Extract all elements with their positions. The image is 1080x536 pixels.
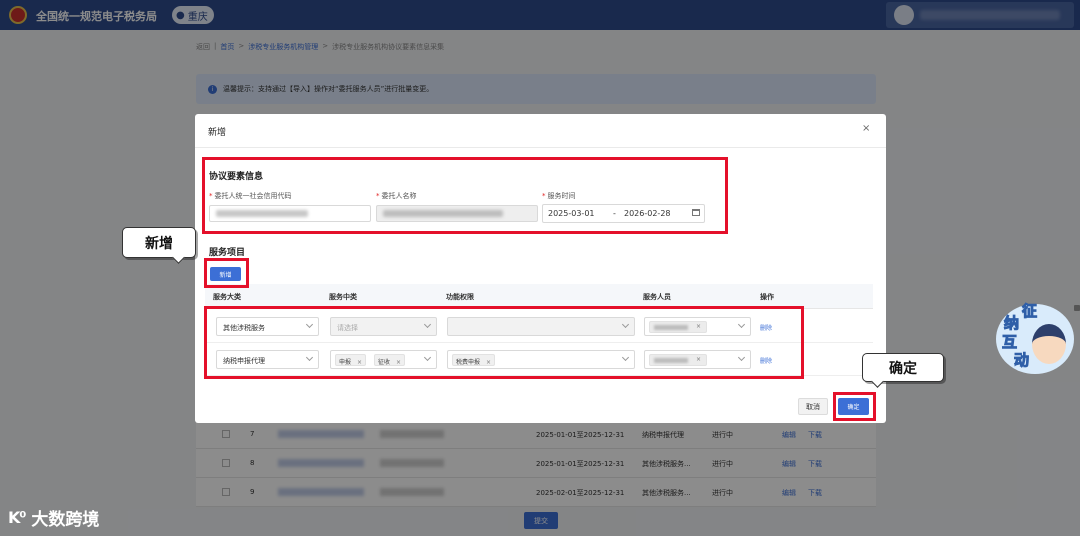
date-end: 2026-02-28: [624, 209, 671, 218]
add-dialog: 新增 × 协议要素信息 * 委托人统一社会信用代码 * 委托人名称 * 服务时间 20…: [195, 114, 886, 423]
chevron-down-icon: [423, 320, 432, 329]
staff-tag: ×: [649, 321, 707, 333]
remove-tag-icon[interactable]: ×: [696, 356, 701, 363]
subcategory-select[interactable]: 申报 × 征收 ×: [330, 350, 437, 369]
dialog-title: 新增: [208, 128, 227, 138]
col-actions: 操作: [760, 293, 774, 301]
chevron-down-icon: [621, 353, 630, 362]
col-category: 服务大类: [213, 293, 241, 301]
service-item-row: 纳税申报代理 申报 × 征收 × 税费申报 × × 删除: [205, 343, 873, 376]
service-item-row: 其他涉税服务 请选择 × 删除: [205, 310, 873, 343]
permission-tag: 税费申报 ×: [452, 354, 496, 366]
cancel-button[interactable]: 取消: [798, 398, 828, 415]
mascot-character-icon: [1032, 324, 1066, 364]
section-agreement-info-title: 协议要素信息: [209, 172, 264, 182]
chevron-down-icon: [305, 320, 314, 329]
permissions-select: [447, 317, 635, 336]
remove-tag-icon[interactable]: ×: [396, 359, 401, 366]
remove-tag-icon[interactable]: ×: [357, 359, 362, 366]
callout-add: 新增: [122, 227, 196, 258]
section-service-items-title: 服务项目: [209, 248, 246, 258]
permissions-select[interactable]: 税费申报 ×: [447, 350, 635, 369]
remove-tag-icon[interactable]: ×: [696, 323, 701, 330]
watermark-text: 大数跨境: [31, 510, 100, 530]
credit-code-input[interactable]: [209, 205, 371, 222]
service-date-range-picker[interactable]: 2025-03-01 - 2026-02-28: [542, 204, 705, 223]
chevron-down-icon: [737, 320, 746, 329]
service-time-label: * 服务时间: [542, 192, 576, 200]
service-items-table-header: 服务大类 服务中类 功能权限 服务人员 操作: [205, 284, 873, 309]
callout-confirm: 确定: [862, 353, 944, 382]
staff-select[interactable]: ×: [644, 317, 751, 336]
mascot-char: 征: [1021, 302, 1038, 321]
mascot-char: 纳: [1003, 314, 1020, 333]
date-separator: -: [613, 209, 616, 218]
delete-row-link[interactable]: 删除: [760, 323, 772, 332]
chevron-down-icon: [305, 353, 314, 362]
credit-code-label: * 委托人统一社会信用代码: [209, 192, 292, 200]
watermark: K⁰ 大数跨境: [8, 505, 99, 530]
interaction-mascot-widget[interactable]: 征 纳 互 动: [996, 300, 1076, 376]
staff-select[interactable]: ×: [644, 350, 751, 369]
chevron-down-icon: [423, 353, 432, 362]
dialog-divider: [195, 147, 886, 148]
remove-tag-icon[interactable]: ×: [486, 359, 491, 366]
category-select[interactable]: 其他涉税服务: [216, 317, 319, 336]
chevron-down-icon: [737, 353, 746, 362]
date-start: 2025-03-01: [548, 209, 595, 218]
close-icon[interactable]: ×: [862, 123, 870, 134]
redacted-value: [383, 210, 503, 217]
redacted-value: [216, 210, 308, 217]
subcategory-select: 请选择: [330, 317, 437, 336]
col-permissions: 功能权限: [446, 293, 474, 301]
mascot-char: 动: [1013, 351, 1030, 370]
client-name-label: * 委托人名称: [376, 192, 417, 200]
col-subcategory: 服务中类: [329, 293, 357, 301]
delete-row-link[interactable]: 删除: [760, 356, 772, 365]
calendar-icon: [692, 209, 700, 216]
chevron-down-icon: [621, 320, 630, 329]
confirm-button[interactable]: 确定: [838, 398, 869, 415]
client-name-input: [376, 205, 538, 222]
col-staff: 服务人员: [643, 293, 671, 301]
subcategory-tag: 征收 ×: [374, 354, 406, 366]
staff-tag: ×: [649, 354, 707, 366]
watermark-logo: K⁰: [8, 508, 26, 527]
subcategory-tag: 申报 ×: [335, 354, 367, 366]
category-select[interactable]: 纳税申报代理: [216, 350, 319, 369]
add-service-item-button[interactable]: 新增: [210, 267, 241, 281]
